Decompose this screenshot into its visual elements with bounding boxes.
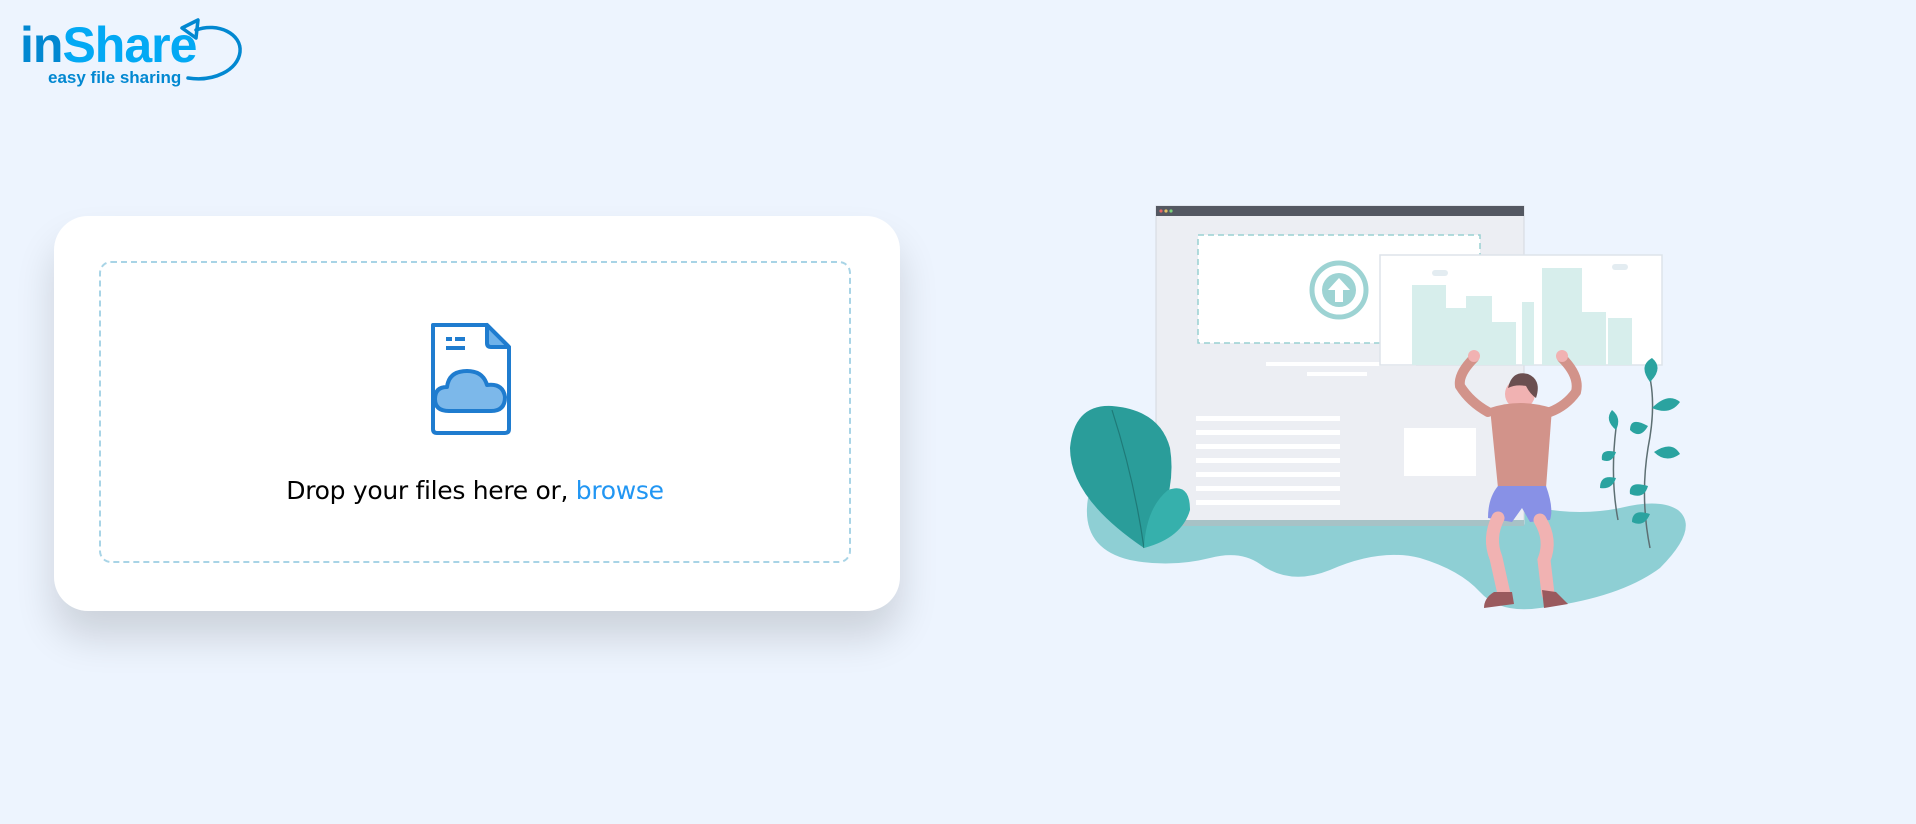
upload-illustration (1070, 205, 1686, 610)
browse-link[interactable]: browse (576, 476, 664, 505)
image-panel-graphic (1379, 254, 1663, 366)
logo-tagline: easy file sharing (48, 68, 182, 87)
logo-word-in: in (20, 17, 63, 73)
drop-prompt-text: Drop your files here or, (286, 476, 576, 505)
cloud-file-icon (431, 323, 511, 435)
logo-share-arrow-icon (180, 18, 242, 81)
app-logo[interactable]: inShare easy file sharing (20, 16, 242, 92)
upload-card: Drop your files here or, browse (54, 216, 900, 611)
page: inShare easy file sharing Drop your file… (0, 0, 1916, 824)
file-drop-zone[interactable]: Drop your files here or, browse (99, 261, 851, 563)
drop-instructions: Drop your files here or, browse (101, 476, 849, 505)
